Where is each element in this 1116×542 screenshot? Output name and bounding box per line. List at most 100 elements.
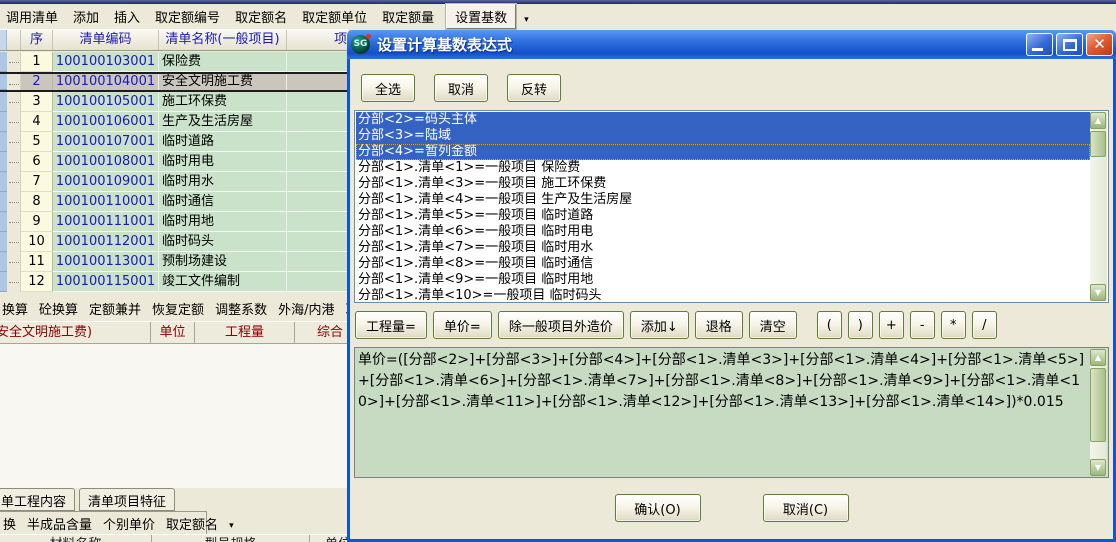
menubar-item[interactable]: 调用清单	[6, 7, 58, 26]
partial-column-header[interactable]: 项	[287, 30, 348, 50]
row-name[interactable]: 保险费	[159, 52, 287, 72]
row-expander-icon[interactable]	[7, 152, 21, 172]
scroll-up-icon[interactable]: ▲	[1090, 112, 1106, 129]
operator-button[interactable]: /	[972, 311, 997, 339]
row-name[interactable]: 安全文明施工费	[159, 74, 287, 90]
material-column-header[interactable]: 型号规格	[152, 535, 310, 542]
operator-button[interactable]: )	[848, 311, 873, 339]
row-expander-icon[interactable]	[7, 272, 21, 292]
operator-button[interactable]: 清空	[749, 311, 797, 339]
row-code[interactable]: 100100113001	[53, 252, 159, 272]
dialog-titlebar[interactable]: SG 设置计算基数表达式 ✕	[347, 30, 1116, 59]
base-list-item[interactable]: 分部<1>.清单<7>=一般项目 临时用水	[356, 240, 1090, 256]
base-list-item[interactable]: 分部<4>=暂列金额	[356, 144, 1090, 160]
row-code[interactable]: 100100111001	[53, 212, 159, 232]
row-code[interactable]: 100100108001	[53, 152, 159, 172]
material-toolbar-item[interactable]: 换	[3, 514, 16, 533]
table-row[interactable]: 3 100100105001 施工环保费	[0, 92, 348, 112]
row-name[interactable]: 临时用地	[159, 212, 287, 232]
row-name[interactable]: 施工环保费	[159, 92, 287, 112]
table-row[interactable]: 6 100100108001 临时用电	[0, 152, 348, 172]
table-row[interactable]: 8 100100110001 临时通信	[0, 192, 348, 212]
material-toolbar-item[interactable]: 个别单价	[103, 514, 155, 533]
table-row[interactable]: 1 100100103001 保险费	[0, 52, 348, 72]
table-row[interactable]: 5 100100107001 临时道路	[0, 132, 348, 152]
selection-button[interactable]: 全选	[361, 74, 415, 102]
bottom-tab[interactable]: 单工程内容	[0, 488, 75, 511]
row-code[interactable]: 100100110001	[53, 192, 159, 212]
base-expression-list[interactable]: 分部<2>=码头主体分部<3>=陆域分部<4>=暂列金额分部<1>.清单<1>=…	[354, 110, 1109, 303]
row-code[interactable]: 100100112001	[53, 232, 159, 252]
row-code[interactable]: 100100107001	[53, 132, 159, 152]
scroll-down-icon[interactable]: ▼	[1090, 284, 1106, 301]
row-name[interactable]: 预制场建设	[159, 252, 287, 272]
menubar-item[interactable]: 插入	[114, 7, 140, 26]
detail-qty-header[interactable]: 工程量	[195, 322, 295, 343]
operator-button[interactable]: 除一般项目外造价	[498, 311, 624, 339]
table-row[interactable]: 7 100100109001 临时用水	[0, 172, 348, 192]
quota-toolbar-item[interactable]: 恢复定额	[152, 299, 204, 318]
row-name[interactable]: 临时用电	[159, 152, 287, 172]
operator-button[interactable]: -	[910, 311, 935, 339]
row-code[interactable]: 100100106001	[53, 112, 159, 132]
row-name[interactable]: 临时用水	[159, 172, 287, 192]
name-column-header[interactable]: 清单名称(一般项目)	[159, 30, 287, 50]
table-row[interactable]: 2 100100104001 安全文明施工费	[0, 72, 348, 92]
close-button[interactable]: ✕	[1086, 33, 1113, 56]
selection-button[interactable]: 反转	[507, 74, 561, 102]
row-expander-icon[interactable]	[7, 232, 21, 252]
quota-toolbar-item[interactable]: 定额兼并	[89, 299, 141, 318]
expression-text[interactable]: 单价=([分部<2>]+[分部<3>]+[分部<4>]+[分部<1>.清单<3>…	[358, 350, 1087, 475]
expression-scroll-thumb[interactable]	[1090, 368, 1106, 442]
scroll-down-icon[interactable]: ▼	[1090, 459, 1106, 476]
base-list-item[interactable]: 分部<1>.清单<10>=一般项目 临时码头	[356, 288, 1090, 301]
base-list-item[interactable]: 分部<1>.清单<5>=一般项目 临时道路	[356, 208, 1090, 224]
row-expander-icon[interactable]	[7, 74, 21, 90]
material-column-header[interactable]: 材料名称	[0, 535, 152, 542]
material-toolbar-item[interactable]: 取定额名	[166, 514, 218, 533]
row-expander-icon[interactable]	[7, 112, 21, 132]
scroll-up-icon[interactable]: ▲	[1090, 349, 1106, 366]
selection-button[interactable]: 取消	[434, 74, 488, 102]
base-list-item[interactable]: 分部<1>.清单<1>=一般项目 保险费	[356, 160, 1090, 176]
operator-button[interactable]: *	[941, 311, 966, 339]
bottom-tab[interactable]: 清单项目特征	[79, 488, 175, 511]
row-code[interactable]: 100100105001	[53, 92, 159, 112]
table-row[interactable]: 12 100100115001 竣工文件编制	[0, 272, 348, 292]
expression-scrollbar[interactable]: ▲ ▼	[1090, 349, 1107, 476]
row-code[interactable]: 100100109001	[53, 172, 159, 192]
row-expander-icon[interactable]	[7, 212, 21, 232]
list-scrollbar[interactable]: ▲ ▼	[1090, 112, 1107, 301]
minimize-button[interactable]	[1026, 33, 1053, 56]
row-code[interactable]: 100100115001	[53, 272, 159, 292]
table-row[interactable]: 9 100100111001 临时用地	[0, 212, 348, 232]
expression-area[interactable]: 单价=([分部<2>]+[分部<3>]+[分部<4>]+[分部<1>.清单<3>…	[354, 347, 1109, 478]
seq-column-header[interactable]: 序	[21, 30, 53, 50]
quota-toolbar-item[interactable]: 调整系数	[215, 299, 267, 318]
toolbar-dropdown-icon[interactable]: ▾	[229, 521, 234, 531]
base-list-item[interactable]: 分部<1>.清单<8>=一般项目 临时通信	[356, 256, 1090, 272]
table-row[interactable]: 4 100100106001 生产及生活房屋	[0, 112, 348, 132]
base-list-item[interactable]: 分部<3>=陆域	[356, 128, 1090, 144]
table-row[interactable]: 10 100100112001 临时码头	[0, 232, 348, 252]
quota-toolbar-item[interactable]: 换算	[2, 299, 28, 318]
row-code[interactable]: 100100103001	[53, 52, 159, 72]
row-name[interactable]: 临时码头	[159, 232, 287, 252]
menubar-item[interactable]: 取定额量	[382, 7, 434, 26]
base-list-item[interactable]: 分部<1>.清单<3>=一般项目 施工环保费	[356, 176, 1090, 192]
row-name[interactable]: 临时道路	[159, 132, 287, 152]
quota-toolbar-item[interactable]: 砼换算	[39, 299, 78, 318]
base-list-item[interactable]: 分部<1>.清单<4>=一般项目 生产及生活房屋	[356, 192, 1090, 208]
operator-button[interactable]: +	[879, 311, 904, 339]
cancel-button[interactable]: 取消(C)	[763, 494, 849, 522]
operator-button[interactable]: 单价=	[433, 311, 492, 339]
row-name[interactable]: 临时通信	[159, 192, 287, 212]
list-scroll-thumb[interactable]	[1090, 131, 1106, 157]
row-expander-icon[interactable]	[7, 92, 21, 112]
operator-button[interactable]: 退格	[695, 311, 743, 339]
operator-button[interactable]: 工程量=	[355, 311, 427, 339]
menubar-item[interactable]: 取定额单位	[302, 7, 367, 26]
row-expander-icon[interactable]	[7, 252, 21, 272]
row-expander-icon[interactable]	[7, 132, 21, 152]
quota-toolbar-item[interactable]: 外海/内港	[278, 299, 334, 318]
